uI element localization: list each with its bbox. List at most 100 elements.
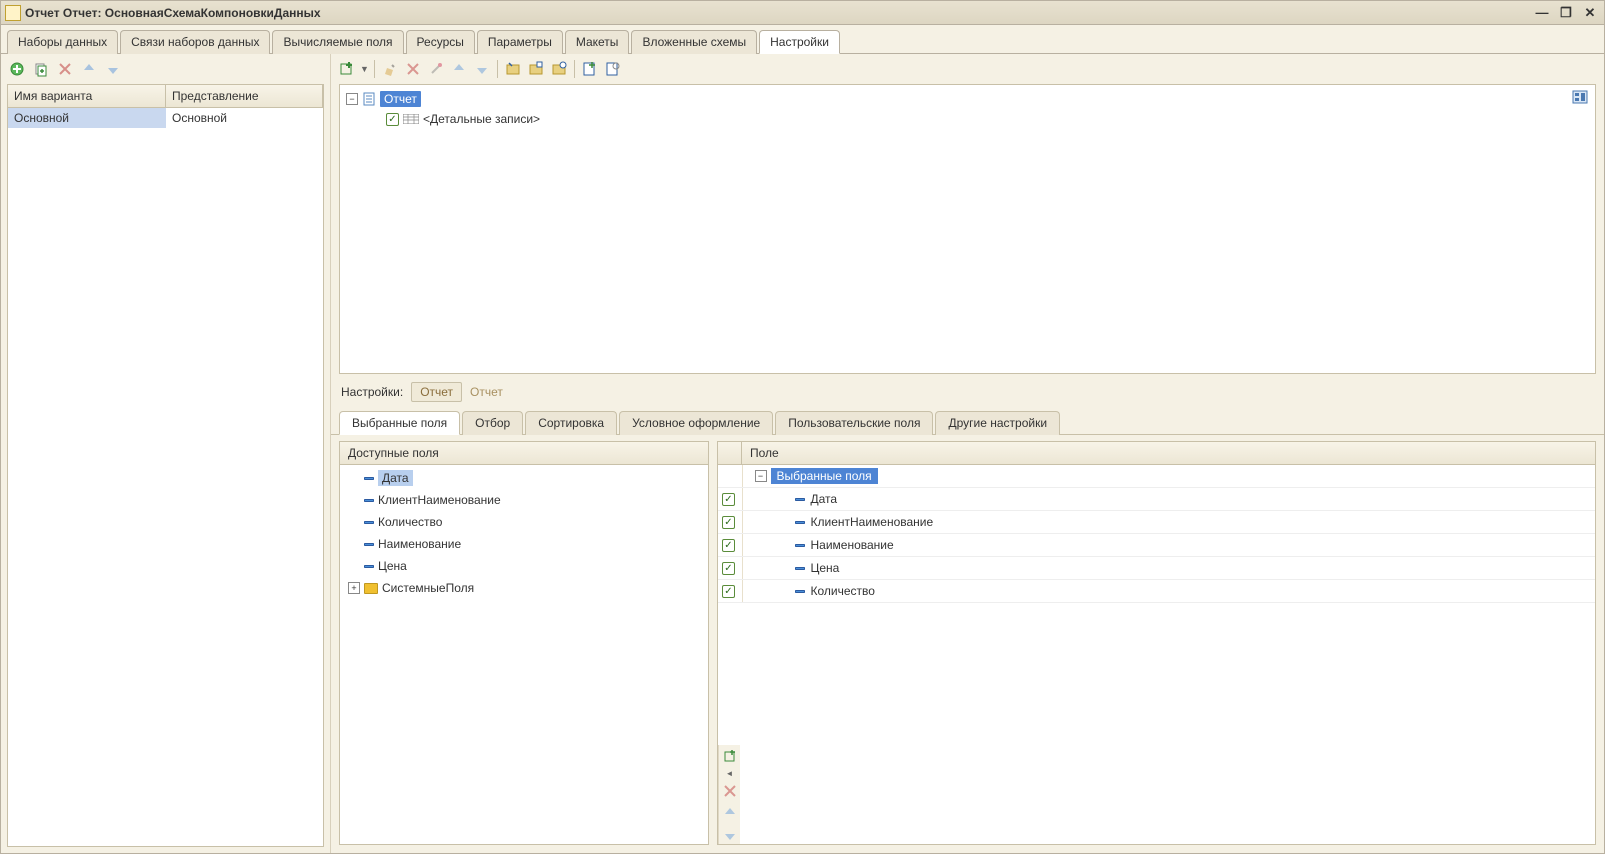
- main-tabs: Наборы данныхСвязи наборов данныхВычисля…: [1, 25, 1604, 54]
- side-dropdown-icon[interactable]: ◄: [726, 769, 734, 778]
- subtab-1[interactable]: Отбор: [462, 411, 523, 435]
- move-up-button[interactable]: [79, 59, 99, 79]
- checkbox-icon[interactable]: ✓: [722, 585, 735, 598]
- close-button[interactable]: ✕: [1580, 5, 1600, 21]
- minimize-button[interactable]: —: [1532, 5, 1552, 21]
- toolbar-action-5[interactable]: [603, 59, 623, 79]
- field-label: Дата: [811, 492, 838, 506]
- field-icon: [364, 499, 374, 502]
- breadcrumb-button[interactable]: Отчет: [411, 382, 462, 402]
- available-field-row[interactable]: Наименование: [344, 533, 704, 555]
- breadcrumb: Настройки: Отчет Отчет: [331, 374, 1604, 406]
- selected-fields-header: Поле: [742, 442, 1595, 465]
- app-icon: [5, 5, 21, 21]
- selected-fields-box: Поле −Выбранные поля ✓ Дата ✓ КлиентНаименов…: [717, 441, 1596, 845]
- field-icon: [364, 521, 374, 524]
- field-label: Количество: [378, 515, 442, 529]
- checkbox-icon[interactable]: ✓: [386, 113, 399, 126]
- collapse-icon[interactable]: −: [346, 93, 358, 105]
- expand-icon[interactable]: +: [348, 582, 360, 594]
- variants-toolbar: [1, 54, 330, 84]
- available-field-row[interactable]: КлиентНаименование: [344, 489, 704, 511]
- variants-panel: Имя варианта Представление ОсновнойОснов…: [1, 54, 331, 853]
- field-label: Количество: [811, 584, 875, 598]
- available-field-row[interactable]: Цена: [344, 555, 704, 577]
- side-up-button[interactable]: [721, 804, 739, 822]
- tab-3[interactable]: Ресурсы: [406, 30, 475, 54]
- variants-header-presentation: Представление: [166, 85, 323, 107]
- tree-settings-icon[interactable]: [1571, 89, 1589, 107]
- copy-variant-button[interactable]: [31, 59, 51, 79]
- variants-table: Имя варианта Представление ОсновнойОснов…: [7, 84, 324, 847]
- field-icon: [795, 498, 805, 501]
- field-label: Цена: [811, 561, 840, 575]
- delete-variant-button[interactable]: [55, 59, 75, 79]
- detail-records-icon: [403, 114, 419, 124]
- tab-2[interactable]: Вычисляемые поля: [272, 30, 403, 54]
- report-icon: [362, 92, 376, 106]
- tab-0[interactable]: Наборы данных: [7, 30, 118, 54]
- available-field-row[interactable]: + СистемныеПоля: [344, 577, 704, 599]
- field-icon: [795, 590, 805, 593]
- subtab-5[interactable]: Другие настройки: [935, 411, 1060, 435]
- add-dropdown-icon[interactable]: ▼: [360, 64, 369, 74]
- folder-icon: [364, 583, 378, 594]
- field-icon: [795, 544, 805, 547]
- checkbox-icon[interactable]: ✓: [722, 516, 735, 529]
- field-label: Цена: [378, 559, 407, 573]
- checkbox-icon[interactable]: ✓: [722, 539, 735, 552]
- window-title: Отчет Отчет: ОсновнаяСхемаКомпоновкиДанн…: [25, 6, 1532, 20]
- toolbar-action-1[interactable]: [503, 59, 523, 79]
- add-variant-button[interactable]: [7, 59, 27, 79]
- delete-button[interactable]: [403, 59, 423, 79]
- tab-5[interactable]: Макеты: [565, 30, 630, 54]
- variant-presentation: Основной: [166, 108, 323, 128]
- selected-field-row[interactable]: ✓ КлиентНаименование: [718, 511, 1595, 534]
- available-field-row[interactable]: Количество: [344, 511, 704, 533]
- field-icon: [364, 565, 374, 568]
- variant-row[interactable]: ОсновнойОсновной: [8, 108, 323, 128]
- side-add-button[interactable]: [721, 747, 739, 765]
- wand-button[interactable]: [426, 59, 446, 79]
- tab-1[interactable]: Связи наборов данных: [120, 30, 270, 54]
- checkbox-icon[interactable]: ✓: [722, 562, 735, 575]
- selected-group-label: Выбранные поля: [771, 468, 878, 484]
- edit-button[interactable]: [380, 59, 400, 79]
- add-item-button[interactable]: [337, 59, 357, 79]
- selected-field-row[interactable]: ✓ Количество: [718, 580, 1595, 603]
- toolbar-action-3[interactable]: [549, 59, 569, 79]
- subtab-4[interactable]: Пользовательские поля: [775, 411, 933, 435]
- tree-root-label: Отчет: [380, 91, 421, 107]
- selected-field-row[interactable]: ✓Наименование: [718, 534, 1595, 557]
- subtab-3[interactable]: Условное оформление: [619, 411, 773, 435]
- tab-6[interactable]: Вложенные схемы: [631, 30, 757, 54]
- settings-panel: ▼: [331, 54, 1604, 853]
- move-down-button-2[interactable]: [472, 59, 492, 79]
- tab-4[interactable]: Параметры: [477, 30, 563, 54]
- move-up-button-2[interactable]: [449, 59, 469, 79]
- toolbar-action-4[interactable]: [580, 59, 600, 79]
- available-field-row[interactable]: Дата: [344, 467, 704, 489]
- toolbar-action-2[interactable]: [526, 59, 546, 79]
- field-label: Дата: [378, 470, 413, 486]
- field-label: КлиентНаименование: [811, 515, 934, 529]
- field-label: СистемныеПоля: [382, 581, 474, 595]
- breadcrumb-text: Отчет: [470, 385, 503, 399]
- selected-field-row[interactable]: ✓ Цена: [718, 557, 1595, 580]
- settings-toolbar: ▼: [331, 54, 1604, 84]
- side-down-button[interactable]: [721, 826, 739, 844]
- subtab-2[interactable]: Сортировка: [525, 411, 617, 435]
- tab-7[interactable]: Настройки: [759, 30, 840, 54]
- field-label: Наименование: [378, 537, 461, 551]
- collapse-icon[interactable]: −: [755, 470, 767, 482]
- variants-header-name: Имя варианта: [8, 85, 166, 107]
- move-down-button[interactable]: [103, 59, 123, 79]
- side-delete-button[interactable]: [721, 782, 739, 800]
- subtab-0[interactable]: Выбранные поля: [339, 411, 460, 435]
- checkbox-icon[interactable]: ✓: [722, 493, 735, 506]
- maximize-button[interactable]: ❐: [1556, 5, 1576, 21]
- tree-root-row[interactable]: − Отчет: [346, 89, 1589, 109]
- selected-group-row[interactable]: −Выбранные поля: [718, 465, 1595, 488]
- selected-field-row[interactable]: ✓ Дата: [718, 488, 1595, 511]
- tree-child-row[interactable]: ✓ <Детальные записи>: [346, 109, 1589, 129]
